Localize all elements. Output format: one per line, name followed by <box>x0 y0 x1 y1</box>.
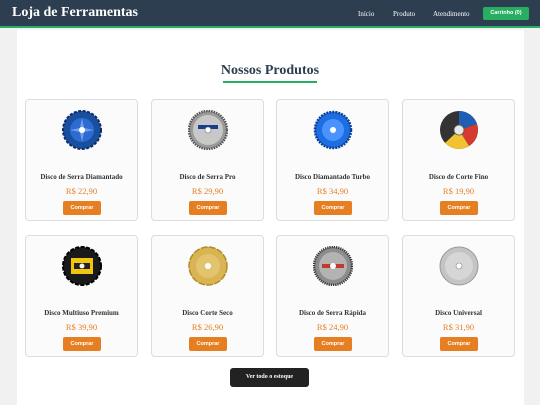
page-title: Nossos Produtos <box>220 63 320 78</box>
product-price: R$ 19,90 <box>442 186 475 196</box>
cutting-disc-icon <box>440 111 478 149</box>
rapid-saw-icon <box>313 246 353 286</box>
product-card: Disco Multiuso Premium R$ 39,90 Comprar <box>25 235 138 357</box>
product-name: Disco Corte Seco <box>182 309 233 317</box>
buy-button[interactable]: Comprar <box>63 337 101 351</box>
buy-button[interactable]: Comprar <box>440 337 478 351</box>
saw-blade-icon <box>188 110 228 150</box>
top-navbar: Loja de Ferramentas Início Produto Atend… <box>0 0 540 28</box>
buy-button[interactable]: Comprar <box>189 201 227 215</box>
buy-button[interactable]: Comprar <box>440 201 478 215</box>
buy-button[interactable]: Comprar <box>314 337 352 351</box>
product-name: Disco de Corte Fino <box>428 173 489 181</box>
product-card: Disco Universal R$ 31,90 Comprar <box>402 235 515 357</box>
buy-button[interactable]: Comprar <box>63 201 101 215</box>
product-name: Disco Diamantado Turbo <box>294 173 371 181</box>
product-card: Disco Corte Seco R$ 26,90 Comprar <box>151 235 264 357</box>
product-card: Disco de Serra Rápida R$ 24,90 Comprar <box>276 235 389 357</box>
nav-link-inicio[interactable]: Início <box>358 10 374 18</box>
turbo-blade-icon <box>313 110 353 150</box>
site-logo[interactable]: Loja de Ferramentas <box>12 5 138 21</box>
product-name: Disco Multiuso Premium <box>44 309 119 317</box>
product-name: Disco de Serra Pro <box>179 173 236 181</box>
product-price: R$ 22,90 <box>65 186 98 196</box>
product-card: Disco de Serra Diamantado R$ 22,90 Compr… <box>25 99 138 221</box>
segmented-blade-icon <box>188 246 228 286</box>
product-name: Disco de Serra Rápida <box>298 309 367 317</box>
product-card: Disco de Corte Fino R$ 19,90 Comprar <box>402 99 515 221</box>
product-name: Disco de Serra Diamantado <box>40 173 123 181</box>
product-price: R$ 24,90 <box>316 322 349 332</box>
product-price: R$ 31,90 <box>442 322 475 332</box>
product-price: R$ 26,90 <box>191 322 224 332</box>
product-name: Disco Universal <box>435 309 482 317</box>
plain-blade-icon <box>439 246 479 286</box>
multi-blade-icon <box>62 246 102 286</box>
nav-link-produto[interactable]: Produto <box>393 10 415 18</box>
nav-link-atendimento[interactable]: Atendimento <box>433 10 470 18</box>
product-price: R$ 29,90 <box>191 186 224 196</box>
product-price: R$ 34,90 <box>316 186 349 196</box>
title-underline <box>223 81 317 83</box>
view-all-stock-button[interactable]: Ver todo o estoque <box>230 368 309 387</box>
product-card: Disco de Serra Pro R$ 29,90 Comprar <box>151 99 264 221</box>
cart-button[interactable]: Carrinho (0) <box>483 7 529 20</box>
buy-button[interactable]: Comprar <box>189 337 227 351</box>
product-card: Disco Diamantado Turbo R$ 34,90 Comprar <box>276 99 389 221</box>
product-price: R$ 39,90 <box>65 322 98 332</box>
diamond-blade-icon <box>62 110 102 150</box>
buy-button[interactable]: Comprar <box>314 201 352 215</box>
